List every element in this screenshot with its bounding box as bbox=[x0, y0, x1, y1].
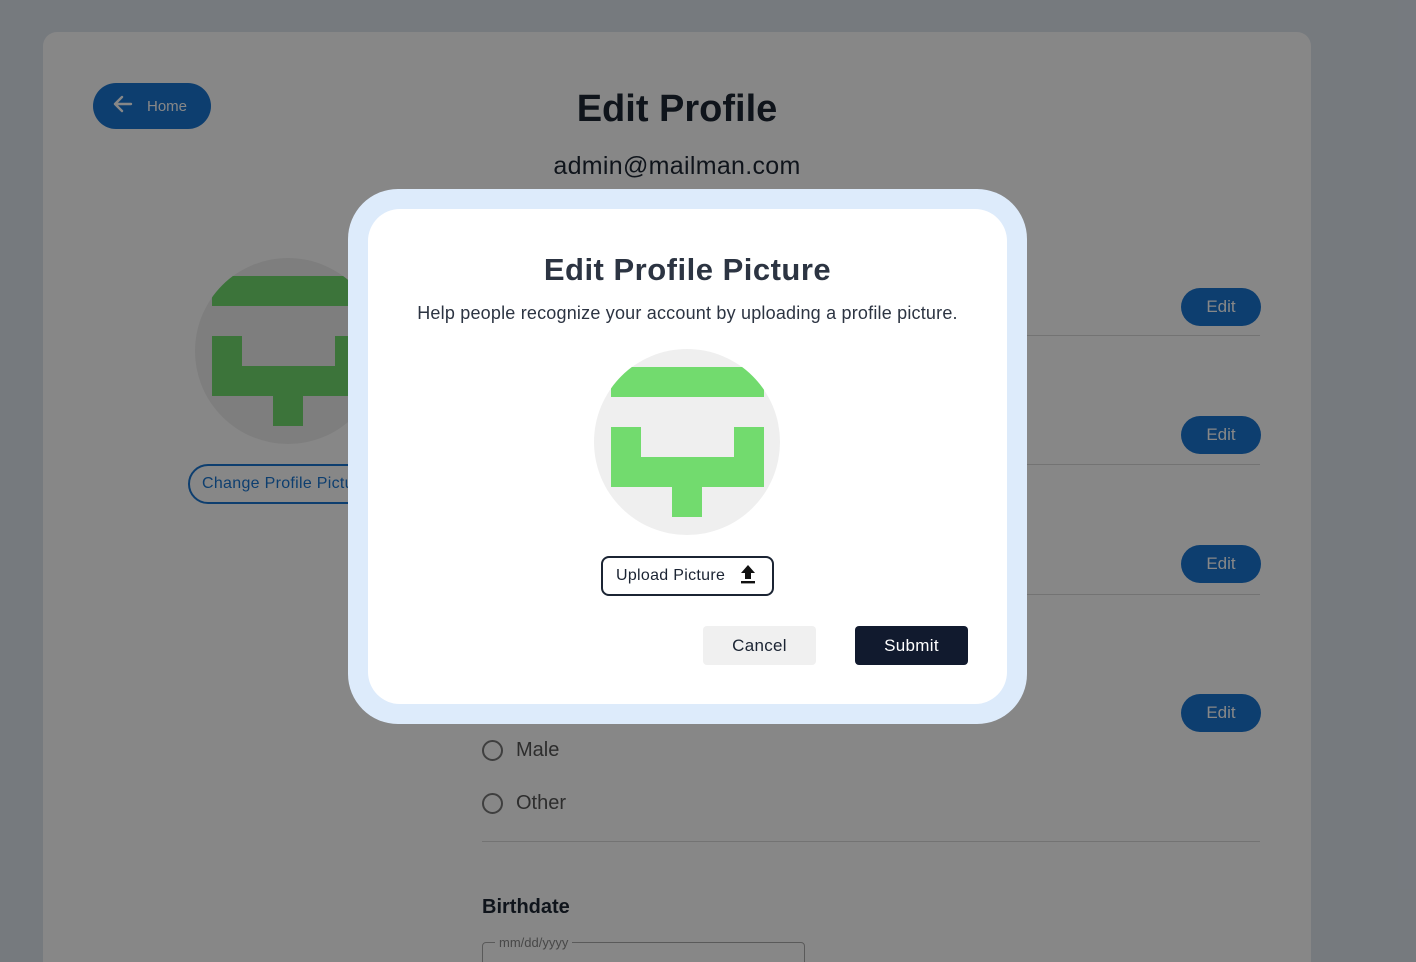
upload-icon bbox=[739, 564, 757, 589]
upload-picture-button[interactable]: Upload Picture bbox=[601, 556, 774, 596]
submit-label: Submit bbox=[884, 635, 939, 655]
submit-button[interactable]: Submit bbox=[855, 626, 968, 665]
upload-label: Upload Picture bbox=[616, 567, 726, 584]
modal-subtitle: Help people recognize your account by up… bbox=[417, 303, 958, 323]
modal-title: Edit Profile Picture bbox=[543, 252, 832, 287]
cancel-button[interactable]: Cancel bbox=[703, 626, 816, 665]
avatar-preview bbox=[594, 349, 780, 535]
cancel-label: Cancel bbox=[732, 635, 787, 655]
